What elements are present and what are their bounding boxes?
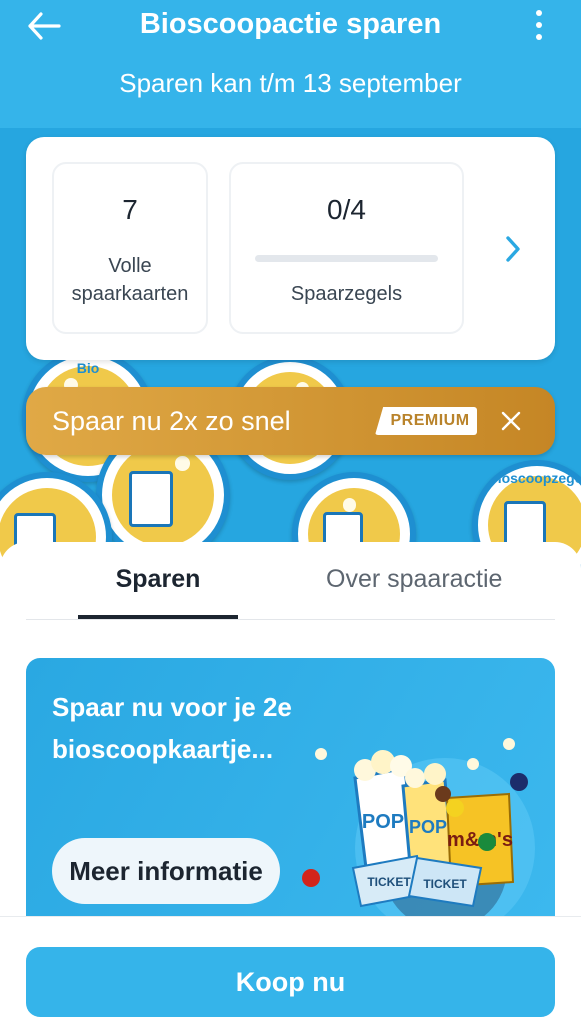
stats-next-button[interactable] (499, 231, 527, 267)
full-cards-count: 7 (122, 194, 138, 225)
popcorn-candy-illustration: POP POP m&m's TICKET TICKET (302, 738, 535, 922)
more-info-button[interactable]: Meer informatie (52, 838, 280, 904)
more-options-button[interactable] (533, 10, 545, 40)
app-header: Bioscoopactie sparen Sparen kan t/m 13 s… (0, 0, 581, 130)
full-cards-stat: 7 Volle spaarkaarten (52, 162, 208, 334)
promo-text: Spaar nu voor je 2e bioscoopkaartje... (52, 692, 292, 764)
savings-deadline: Sparen kan t/m 13 september (119, 68, 462, 98)
buy-now-button[interactable]: Koop nu (26, 947, 555, 1017)
svg-text:POP: POP (409, 817, 447, 837)
premium-badge: PREMIUM (375, 407, 477, 435)
stamp-label: Bio (76, 360, 100, 376)
bottom-action-bar: Koop nu (0, 916, 581, 1024)
premium-close-button[interactable] (497, 407, 525, 435)
tab-bar: Sparen Over spaaractie (26, 542, 555, 620)
savings-stats-card: 7 Volle spaarkaarten 0/4 Spaarzegels (26, 137, 555, 360)
promo-card: Spaar nu voor je 2e bioscoopkaartje... M… (26, 658, 555, 922)
close-icon (501, 411, 521, 431)
full-cards-label: Volle spaarkaarten (71, 255, 189, 305)
chevron-right-icon (506, 236, 520, 262)
tab-over-spaaractie[interactable]: Over spaaractie (326, 562, 502, 596)
svg-text:POP: POP (362, 811, 404, 833)
stamps-progress-bar (255, 255, 438, 262)
page-title: Bioscoopactie sparen (139, 8, 442, 40)
stamp-label: Bioscoopzegel (487, 470, 581, 486)
more-vertical-icon (536, 10, 542, 16)
svg-text:TICKET: TICKET (423, 877, 467, 891)
premium-banner[interactable]: Spaar nu 2x zo snel PREMIUM (26, 387, 555, 455)
stamps-label: Spaarzegels (290, 283, 403, 305)
active-tab-indicator (78, 615, 238, 619)
tab-sparen[interactable]: Sparen (78, 562, 238, 596)
stamps-count: 0/4 (327, 194, 366, 225)
premium-banner-text: Spaar nu 2x zo snel (52, 406, 291, 436)
svg-text:TICKET: TICKET (367, 875, 411, 889)
stamps-stat: 0/4 Spaarzegels (229, 162, 464, 334)
